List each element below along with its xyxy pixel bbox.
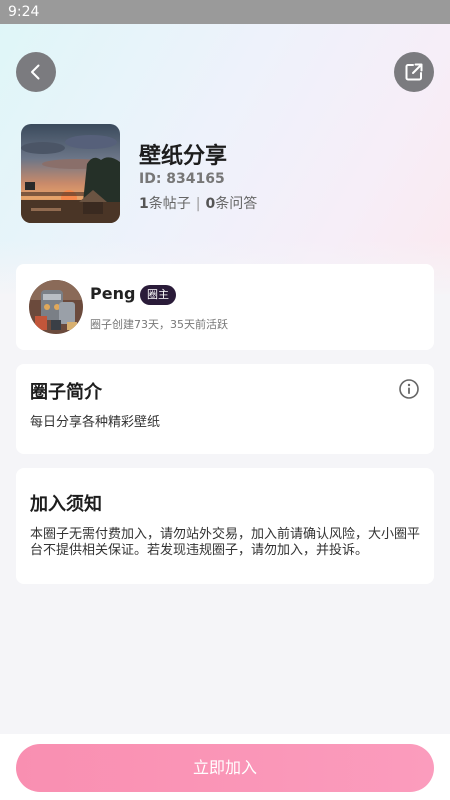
join-button[interactable]: 立即加入	[16, 744, 434, 792]
bottom-action-bar: 立即加入	[0, 734, 450, 800]
rules-card: 加入须知 本圈子无需付费加入，请勿站外交易，加入前请确认风险，大小圈平台不提供相…	[16, 468, 434, 584]
intro-card: 圈子简介 每日分享各种精彩壁纸	[16, 364, 434, 454]
group-name: 壁纸分享	[139, 144, 228, 169]
owner-role-badge: 圈主	[140, 285, 176, 305]
group-id: ID: 834165	[139, 171, 225, 187]
owner-avatar[interactable]	[29, 280, 83, 334]
chevron-left-icon	[31, 64, 40, 80]
answers-label: 条问答	[215, 196, 258, 212]
share-external-icon	[405, 63, 423, 81]
status-bar: 9:24	[0, 0, 450, 24]
info-circle-icon[interactable]	[398, 378, 420, 400]
share-button[interactable]	[394, 52, 434, 92]
stats-separator: |	[195, 196, 201, 212]
intro-title: 圈子简介	[30, 382, 102, 403]
answers-count: 0	[205, 196, 216, 212]
rules-text: 本圈子无需付费加入，请勿站外交易，加入前请确认风险，大小圈平台不提供相关保证。若…	[30, 527, 421, 558]
owner-card[interactable]: Peng 圈主 圈子创建73天，35天前活跃	[16, 264, 434, 350]
posts-count: 1	[139, 196, 149, 212]
owner-name[interactable]: Peng	[90, 284, 135, 303]
back-button[interactable]	[16, 52, 56, 92]
owner-activity: 圈子创建73天，35天前活跃	[90, 318, 228, 331]
status-time: 9:24	[8, 4, 40, 20]
group-stats: 1条帖子 | 0条问答	[139, 193, 257, 213]
group-cover-image	[21, 124, 120, 223]
intro-text: 每日分享各种精彩壁纸	[30, 415, 161, 430]
posts-label: 条帖子	[148, 196, 191, 212]
rules-title: 加入须知	[30, 494, 102, 515]
